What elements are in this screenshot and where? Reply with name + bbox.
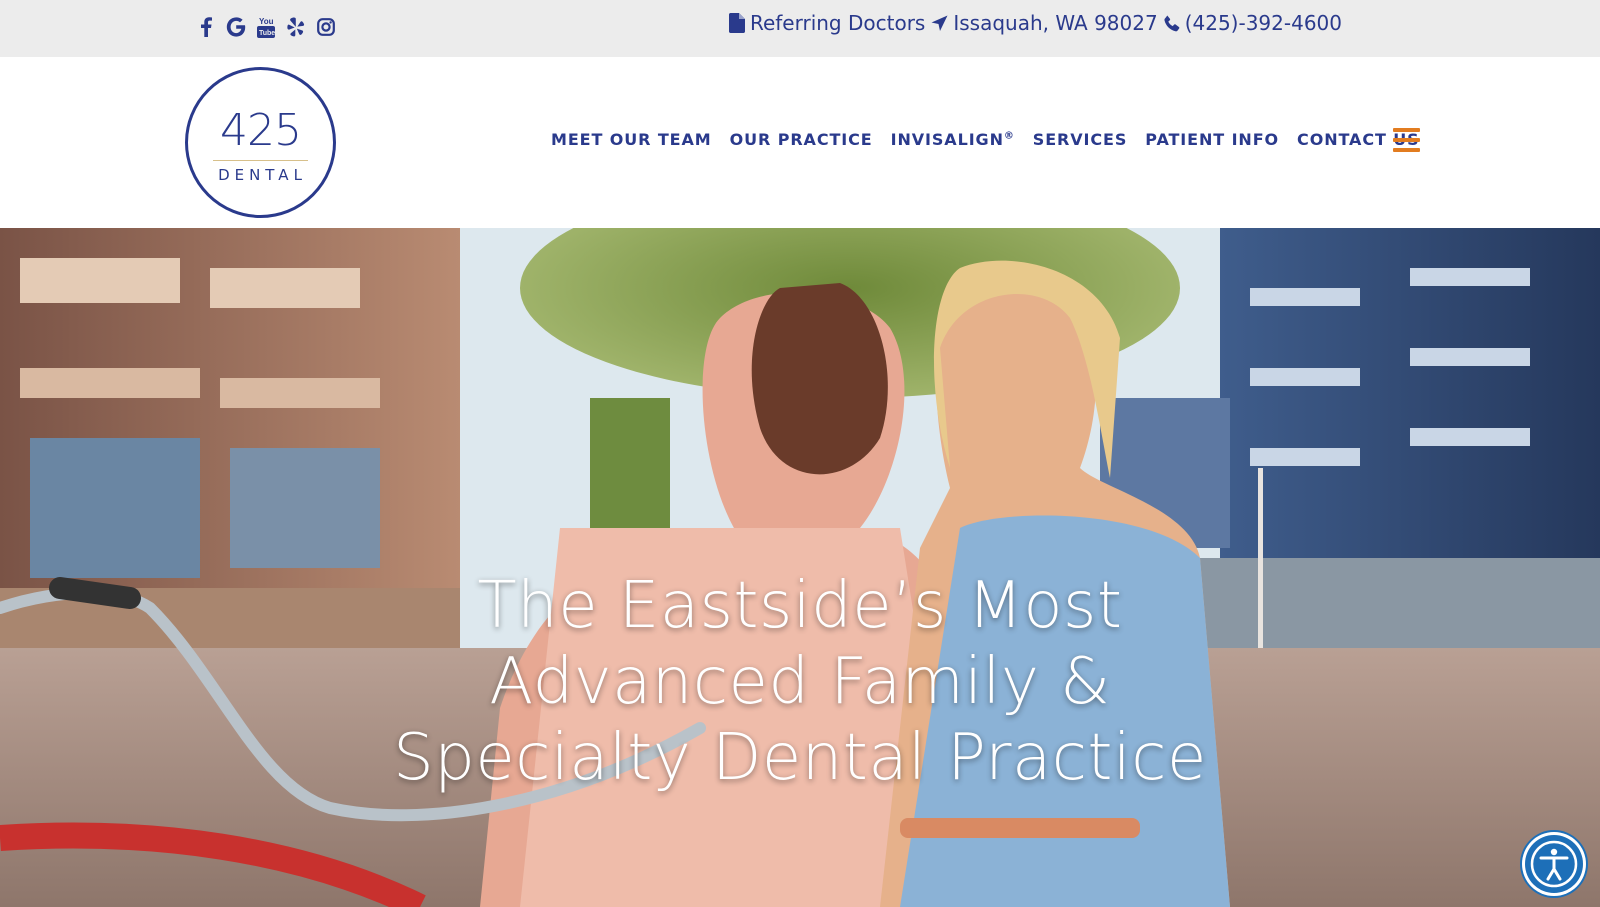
contact-links: Referring Doctors Issaquah, WA 98027 (42…	[728, 11, 1342, 35]
nav-label: MEET OUR TEAM	[551, 130, 712, 149]
yelp-icon[interactable]	[286, 14, 306, 40]
nav-label: INVISALIGN	[890, 130, 1004, 149]
hero-headline-line-3: Specialty Dental Practice	[393, 721, 1207, 795]
logo-wordmark: DENTAL	[218, 166, 307, 184]
logo-divider	[213, 160, 308, 161]
nav-our-practice[interactable]: OUR PRACTICE	[730, 130, 873, 149]
nav-services[interactable]: SERVICES	[1033, 130, 1128, 149]
hero-headline-line-1: The Eastside’s Most	[477, 569, 1123, 643]
phone-link[interactable]: (425)-392-4600	[1164, 11, 1342, 35]
phone-icon	[1164, 15, 1180, 31]
hamburger-menu-icon[interactable]	[1393, 128, 1420, 152]
hero-headline: The Eastside’s Most Advanced Family & Sp…	[0, 568, 1600, 796]
accessibility-icon	[1530, 840, 1578, 888]
logo[interactable]: 425 DENTAL	[183, 65, 338, 220]
location-arrow-icon	[931, 15, 948, 31]
nav-patient-info[interactable]: PATIENT INFO	[1145, 130, 1279, 149]
referring-doctors-link[interactable]: Referring Doctors	[728, 11, 926, 35]
hero-banner: The Eastside’s Most Advanced Family & Sp…	[0, 228, 1600, 907]
main-nav: MEET OUR TEAM OUR PRACTICE INVISALIGN® S…	[551, 130, 1438, 149]
svg-text:Tube: Tube	[259, 30, 275, 37]
instagram-icon[interactable]	[316, 14, 336, 40]
accessibility-button[interactable]	[1525, 835, 1583, 893]
facebook-icon[interactable]	[196, 14, 216, 40]
registered-mark: ®	[1003, 130, 1015, 142]
nav-label: SERVICES	[1032, 130, 1128, 149]
logo-number: 425	[220, 105, 302, 156]
nav-invisalign[interactable]: INVISALIGN®	[891, 130, 1015, 149]
google-icon[interactable]	[226, 14, 246, 40]
youtube-text: You	[259, 17, 274, 26]
file-icon	[728, 13, 745, 33]
nav-label: PATIENT INFO	[1145, 130, 1280, 149]
referring-doctors-label: Referring Doctors	[749, 11, 926, 35]
hero-headline-line-2: Advanced Family &	[489, 645, 1111, 719]
location-label: Issaquah, WA 98027	[953, 11, 1158, 35]
tree-bush	[590, 398, 670, 528]
nav-label: OUR PRACTICE	[729, 130, 873, 149]
phone-label: (425)-392-4600	[1184, 11, 1342, 35]
social-links: You Tube	[196, 14, 336, 40]
site-header: 425 DENTAL MEET OUR TEAM OUR PRACTICE IN…	[0, 57, 1600, 228]
top-bar: You Tube Referring Doctors Issaquah, WA …	[0, 0, 1600, 57]
location-link[interactable]: Issaquah, WA 98027	[931, 11, 1158, 35]
nav-meet-our-team[interactable]: MEET OUR TEAM	[551, 130, 712, 149]
youtube-icon[interactable]: You Tube	[256, 14, 276, 40]
